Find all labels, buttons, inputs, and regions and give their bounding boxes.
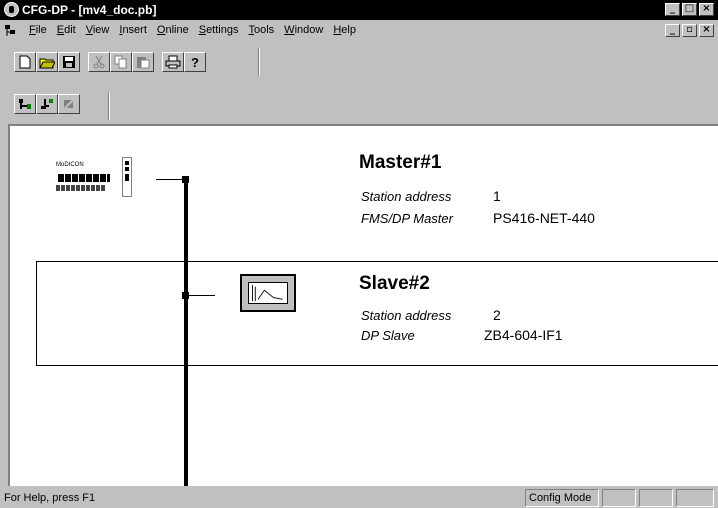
app-icon[interactable] [4, 2, 19, 17]
doc-restore-button[interactable]: ▫ [682, 24, 697, 37]
status-help-text: For Help, press F1 [4, 492, 96, 504]
minimize-button[interactable]: _ [665, 3, 680, 16]
help-question-icon[interactable]: ? [184, 52, 206, 72]
document-icon[interactable] [4, 24, 17, 37]
insert-master-icon[interactable] [14, 94, 36, 114]
open-folder-icon[interactable] [36, 52, 58, 72]
menu-file[interactable]: File [24, 24, 52, 36]
slave-address-value: 2 [493, 307, 501, 323]
slave-type-value: ZB4-604-IF1 [484, 327, 563, 343]
status-mode: Config Mode [525, 489, 599, 507]
slave-title[interactable]: Slave#2 [359, 273, 430, 295]
new-file-icon[interactable] [14, 52, 36, 72]
insert-slave-icon[interactable] [36, 94, 58, 114]
slave-device-icon[interactable] [240, 274, 296, 312]
menu-view[interactable]: View [81, 24, 115, 36]
window-title: CFG-DP - [mv4_doc.pb] [22, 3, 157, 17]
master-type-value: PS416-NET-440 [493, 210, 595, 226]
menu-tools[interactable]: Tools [243, 24, 279, 36]
master-address-label: Station address [361, 189, 452, 204]
menu-online[interactable]: Online [152, 24, 194, 36]
master-bus-node[interactable] [182, 176, 189, 183]
status-panel-1 [602, 489, 636, 507]
close-button[interactable]: × [699, 3, 714, 16]
menu-settings[interactable]: Settings [194, 24, 244, 36]
slave-type-label: DP Slave [361, 328, 415, 343]
standard-toolbar: ? [0, 40, 718, 84]
delete-station-icon[interactable] [58, 94, 80, 114]
menu-insert[interactable]: Insert [114, 24, 152, 36]
paste-icon[interactable] [132, 52, 154, 72]
title-bar: CFG-DP - [mv4_doc.pb] _ □ × [0, 0, 718, 20]
menu-help[interactable]: Help [328, 24, 361, 36]
station-toolbar [0, 84, 718, 122]
slave-bus-node[interactable] [182, 292, 189, 299]
configuration-workspace[interactable]: MoDICON Master#1 Station address 1 FMS/D… [8, 124, 718, 486]
cut-icon[interactable] [88, 52, 110, 72]
doc-minimize-button[interactable]: _ [665, 24, 680, 37]
print-icon[interactable] [162, 52, 184, 72]
save-disk-icon[interactable] [58, 52, 80, 72]
status-bar: For Help, press F1 Config Mode [0, 488, 718, 508]
status-panel-3 [676, 489, 714, 507]
maximize-button[interactable]: □ [682, 3, 697, 16]
master-address-value: 1 [493, 188, 501, 204]
profibus-logo: MoDICON [56, 159, 118, 199]
master-title[interactable]: Master#1 [359, 152, 441, 174]
master-device-icon[interactable] [122, 157, 132, 197]
master-type-label: FMS/DP Master [361, 211, 453, 226]
master-logo-text: MoDICON [56, 162, 84, 168]
copy-icon[interactable] [110, 52, 132, 72]
menu-edit[interactable]: Edit [52, 24, 81, 36]
slave-address-label: Station address [361, 308, 452, 323]
menu-bar: File Edit View Insert Online Settings To… [0, 21, 718, 40]
menu-window[interactable]: Window [279, 24, 328, 36]
status-panel-2 [639, 489, 673, 507]
doc-close-button[interactable]: × [699, 24, 714, 37]
